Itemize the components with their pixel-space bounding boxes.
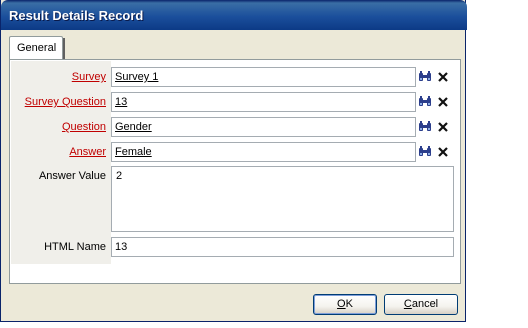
html-name-label: HTML Name (44, 241, 106, 253)
answer-label[interactable]: Answer (10, 142, 106, 162)
question-label[interactable]: Question (10, 117, 106, 137)
window-title: Result Details Record (9, 8, 144, 23)
clear-x-icon (438, 97, 448, 107)
cancel-label-rest: ancel (411, 298, 439, 310)
question-clear-button[interactable] (434, 118, 452, 136)
tab-general-label: General (17, 42, 57, 54)
survey-question-row: Survey Question 13 (10, 92, 460, 112)
binoculars-icon (419, 121, 431, 131)
survey-question-lookup-button[interactable] (416, 93, 434, 111)
ok-button[interactable]: OK (313, 294, 377, 315)
answer-value-row: Answer Value 2 (10, 166, 460, 234)
ok-label-rest: K (345, 298, 353, 310)
answer-row: Answer Female (10, 142, 460, 162)
answer-value: Female (115, 146, 152, 158)
question-value: Gender (115, 121, 152, 133)
survey-field[interactable]: Survey 1 (111, 67, 416, 87)
cancel-button[interactable]: Cancel (384, 294, 458, 315)
binoculars-icon (419, 96, 431, 106)
survey-label[interactable]: Survey (10, 67, 106, 87)
general-panel: Survey Survey 1 Survey Question 13 Quest… (9, 59, 461, 284)
answer-value-label: Answer Value (38, 170, 106, 182)
answer-field[interactable]: Female (111, 142, 416, 162)
tab-divider (63, 38, 65, 60)
survey-lookup-button[interactable] (416, 68, 434, 86)
ok-accel: O (337, 298, 346, 310)
question-row: Question Gender (10, 117, 460, 137)
cancel-accel: C (403, 298, 412, 310)
tab-general[interactable]: General (9, 36, 63, 60)
survey-value: Survey 1 (115, 71, 159, 83)
question-lookup-button[interactable] (416, 118, 434, 136)
survey-question-label[interactable]: Survey Question (10, 92, 106, 112)
title-bar[interactable]: Result Details Record (1, 0, 467, 30)
survey-question-clear-button[interactable] (434, 93, 452, 111)
clear-x-icon (438, 72, 448, 82)
answer-value-textarea[interactable]: 2 (111, 166, 454, 232)
question-field[interactable]: Gender (111, 117, 416, 137)
html-name-field[interactable]: 13 (111, 237, 454, 257)
survey-clear-button[interactable] (434, 68, 452, 86)
binoculars-icon (419, 146, 431, 156)
survey-row: Survey Survey 1 (10, 67, 460, 87)
answer-lookup-button[interactable] (416, 143, 434, 161)
survey-question-field[interactable]: 13 (111, 92, 416, 112)
survey-question-value: 13 (115, 96, 128, 108)
clear-x-icon (438, 122, 448, 132)
html-name-row: HTML Name 13 (10, 237, 460, 257)
dialog-window: Result Details Record General Survey Sur… (0, 0, 467, 322)
answer-clear-button[interactable] (434, 143, 452, 161)
clear-x-icon (438, 147, 448, 157)
binoculars-icon (419, 71, 431, 81)
